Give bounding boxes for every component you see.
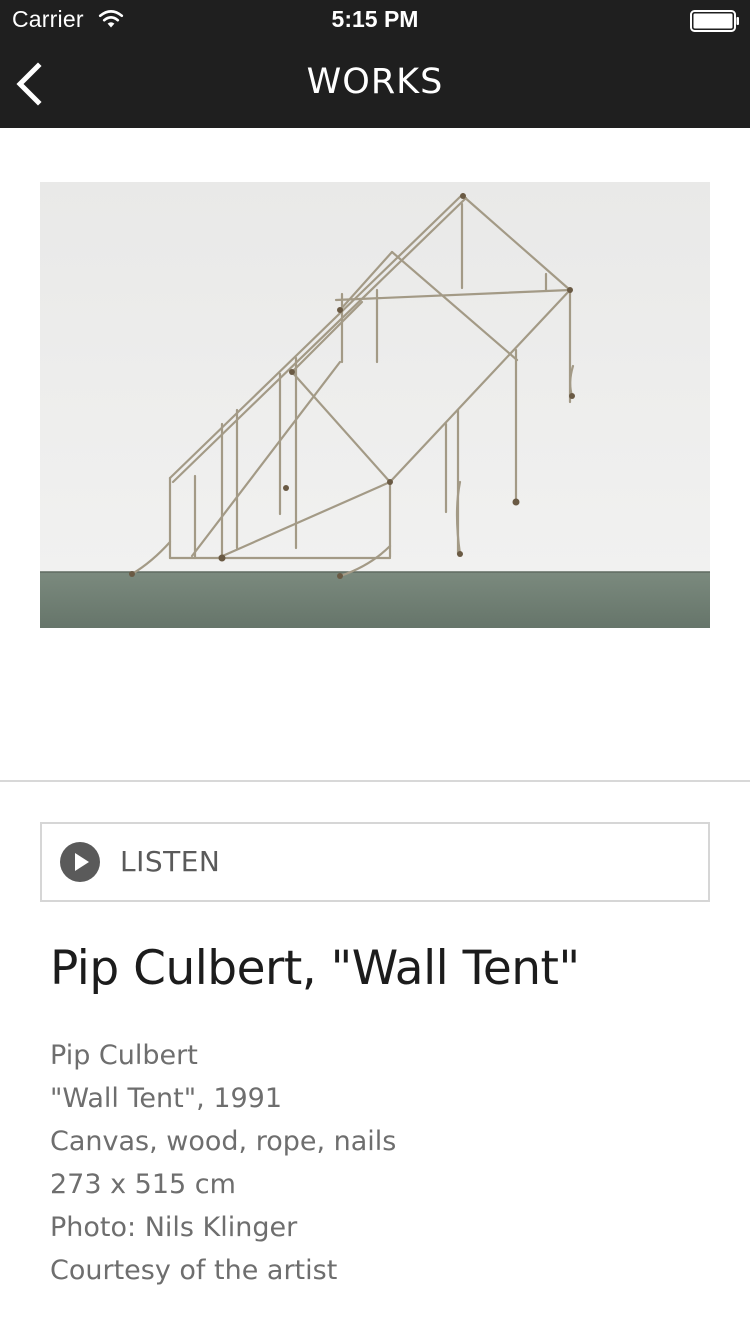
- detail-dimensions: 273 x 515 cm: [50, 1169, 236, 1200]
- detail-courtesy: Courtesy of the artist: [50, 1255, 338, 1286]
- artwork-detail-screen: Carrier 5:15 PM WORKS LISTEN Pip Culbert…: [0, 0, 750, 1334]
- navigation-bar: WORKS: [0, 40, 750, 128]
- listen-button[interactable]: LISTEN: [40, 822, 710, 902]
- artwork-photo: [40, 182, 710, 628]
- work-details: Pip Culbert "Wall Tent", 1991 Canvas, wo…: [50, 1034, 730, 1292]
- detail-title-year: "Wall Tent", 1991: [50, 1083, 283, 1114]
- listen-label: LISTEN: [120, 845, 221, 878]
- detail-artist: Pip Culbert: [50, 1040, 198, 1071]
- status-time: 5:15 PM: [331, 6, 419, 32]
- play-icon: [60, 842, 100, 882]
- detail-materials: Canvas, wood, rope, nails: [50, 1126, 397, 1157]
- nav-title: WORKS: [306, 62, 444, 102]
- work-title: Pip Culbert, "Wall Tent": [50, 941, 580, 996]
- battery-full-icon: [690, 10, 739, 32]
- detail-photo-credit: Photo: Nils Klinger: [50, 1212, 298, 1243]
- status-bar: Carrier 5:15 PM: [0, 0, 750, 40]
- section-divider: [0, 780, 750, 782]
